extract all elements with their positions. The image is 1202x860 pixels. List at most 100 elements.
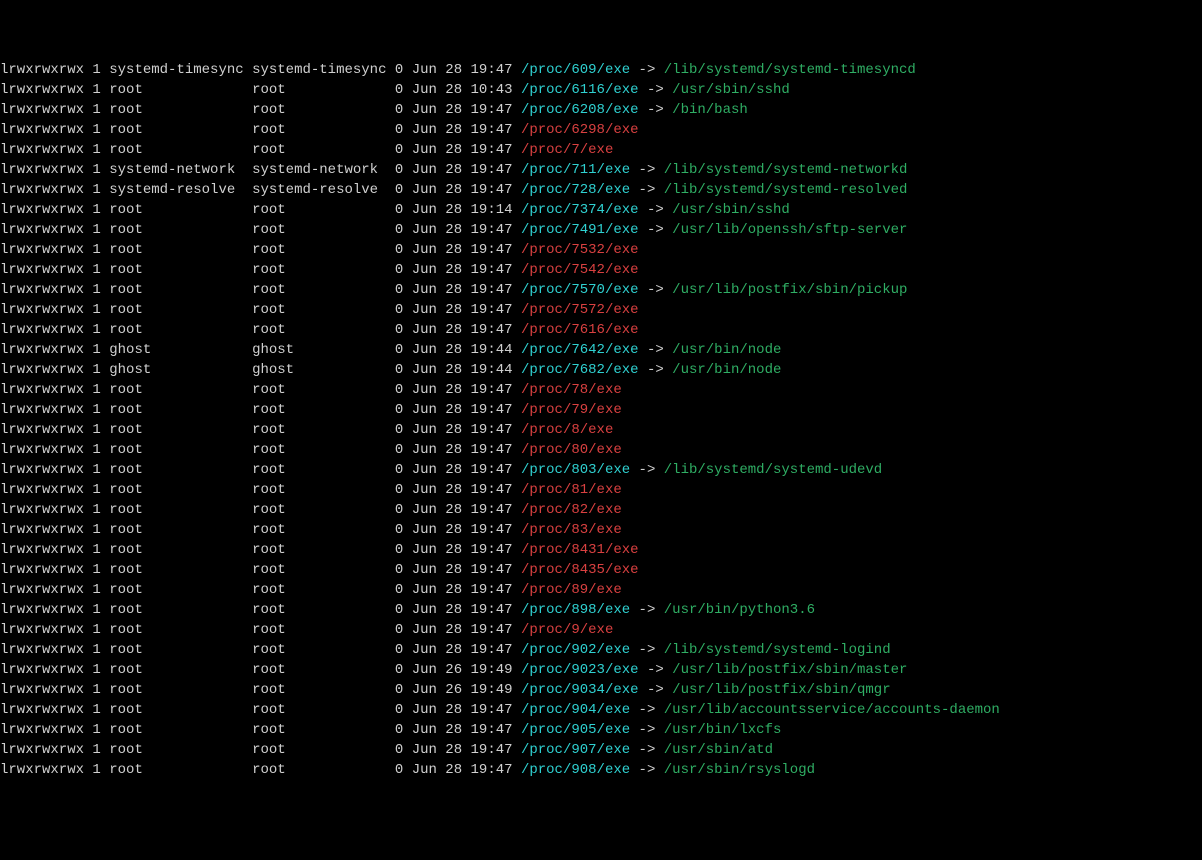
link-count: 1: [84, 502, 109, 518]
link-count: 1: [84, 702, 109, 718]
link-count: 1: [84, 202, 109, 218]
size: 0: [395, 142, 412, 158]
symlink-target: /lib/systemd/systemd-networkd: [664, 162, 908, 178]
arrow-icon: ->: [630, 722, 664, 738]
link-count: 1: [84, 762, 109, 778]
group: root: [252, 322, 395, 338]
permissions: lrwxrwxrwx: [0, 182, 84, 198]
size: 0: [395, 422, 412, 438]
date: Jun 28 19:47: [412, 602, 513, 618]
group: root: [252, 502, 395, 518]
owner: root: [109, 422, 252, 438]
size: 0: [395, 682, 412, 698]
owner: root: [109, 582, 252, 598]
ls-row: lrwxrwxrwx 1 root root 0 Jun 28 19:47 /p…: [0, 320, 1202, 340]
ls-row: lrwxrwxrwx 1 root root 0 Jun 28 19:47 /p…: [0, 560, 1202, 580]
symlink-path: /proc/9/exe: [521, 622, 613, 638]
group: root: [252, 382, 395, 398]
link-count: 1: [84, 522, 109, 538]
group: root: [252, 482, 395, 498]
date: Jun 28 19:47: [412, 622, 513, 638]
permissions: lrwxrwxrwx: [0, 82, 84, 98]
ls-row: lrwxrwxrwx 1 root root 0 Jun 28 19:14 /p…: [0, 200, 1202, 220]
group: root: [252, 202, 395, 218]
link-count: 1: [84, 542, 109, 558]
size: 0: [395, 82, 412, 98]
ls-row: lrwxrwxrwx 1 systemd-network systemd-net…: [0, 160, 1202, 180]
symlink-target: /usr/lib/postfix/sbin/master: [672, 662, 907, 678]
symlink-path: /proc/6298/exe: [521, 122, 639, 138]
symlink-path: /proc/6208/exe: [521, 102, 639, 118]
size: 0: [395, 242, 412, 258]
link-count: 1: [84, 382, 109, 398]
size: 0: [395, 582, 412, 598]
group: root: [252, 422, 395, 438]
link-count: 1: [84, 422, 109, 438]
link-count: 1: [84, 602, 109, 618]
size: 0: [395, 122, 412, 138]
permissions: lrwxrwxrwx: [0, 702, 84, 718]
symlink-target: /usr/bin/lxcfs: [664, 722, 782, 738]
owner: root: [109, 262, 252, 278]
date: Jun 28 19:47: [412, 182, 513, 198]
size: 0: [395, 262, 412, 278]
ls-row: lrwxrwxrwx 1 root root 0 Jun 26 19:49 /p…: [0, 680, 1202, 700]
size: 0: [395, 522, 412, 538]
group: systemd-resolve: [252, 182, 395, 198]
terminal-output: lrwxrwxrwx 1 systemd-timesync systemd-ti…: [0, 60, 1202, 780]
date: Jun 28 19:47: [412, 582, 513, 598]
permissions: lrwxrwxrwx: [0, 202, 84, 218]
permissions: lrwxrwxrwx: [0, 382, 84, 398]
size: 0: [395, 402, 412, 418]
permissions: lrwxrwxrwx: [0, 462, 84, 478]
arrow-icon: ->: [630, 162, 664, 178]
date: Jun 28 19:44: [412, 342, 513, 358]
group: systemd-timesync: [252, 62, 395, 78]
ls-row: lrwxrwxrwx 1 root root 0 Jun 28 19:47 /p…: [0, 500, 1202, 520]
symlink-path: /proc/6116/exe: [521, 82, 639, 98]
link-count: 1: [84, 722, 109, 738]
arrow-icon: ->: [630, 62, 664, 78]
owner: root: [109, 622, 252, 638]
owner: root: [109, 482, 252, 498]
date: Jun 28 19:47: [412, 462, 513, 478]
owner: root: [109, 122, 252, 138]
arrow-icon: ->: [630, 182, 664, 198]
permissions: lrwxrwxrwx: [0, 422, 84, 438]
size: 0: [395, 382, 412, 398]
link-count: 1: [84, 322, 109, 338]
link-count: 1: [84, 82, 109, 98]
symlink-path: /proc/7642/exe: [521, 342, 639, 358]
symlink-target: /lib/systemd/systemd-logind: [664, 642, 891, 658]
link-count: 1: [84, 442, 109, 458]
date: Jun 28 19:47: [412, 102, 513, 118]
permissions: lrwxrwxrwx: [0, 682, 84, 698]
symlink-path: /proc/7491/exe: [521, 222, 639, 238]
ls-row: lrwxrwxrwx 1 root root 0 Jun 28 19:47 /p…: [0, 580, 1202, 600]
symlink-path: /proc/908/exe: [521, 762, 630, 778]
ls-row: lrwxrwxrwx 1 systemd-resolve systemd-res…: [0, 180, 1202, 200]
size: 0: [395, 562, 412, 578]
owner: root: [109, 402, 252, 418]
ls-row: lrwxrwxrwx 1 systemd-timesync systemd-ti…: [0, 60, 1202, 80]
arrow-icon: ->: [639, 682, 673, 698]
link-count: 1: [84, 222, 109, 238]
size: 0: [395, 462, 412, 478]
date: Jun 28 19:47: [412, 402, 513, 418]
size: 0: [395, 542, 412, 558]
link-count: 1: [84, 402, 109, 418]
arrow-icon: ->: [630, 642, 664, 658]
permissions: lrwxrwxrwx: [0, 262, 84, 278]
link-count: 1: [84, 682, 109, 698]
ls-row: lrwxrwxrwx 1 root root 0 Jun 28 19:47 /p…: [0, 120, 1202, 140]
group: ghost: [252, 362, 395, 378]
date: Jun 28 19:47: [412, 542, 513, 558]
date: Jun 28 19:47: [412, 242, 513, 258]
owner: root: [109, 702, 252, 718]
owner: root: [109, 682, 252, 698]
group: root: [252, 642, 395, 658]
owner: root: [109, 542, 252, 558]
group: root: [252, 462, 395, 478]
date: Jun 28 19:47: [412, 702, 513, 718]
symlink-path: /proc/728/exe: [521, 182, 630, 198]
